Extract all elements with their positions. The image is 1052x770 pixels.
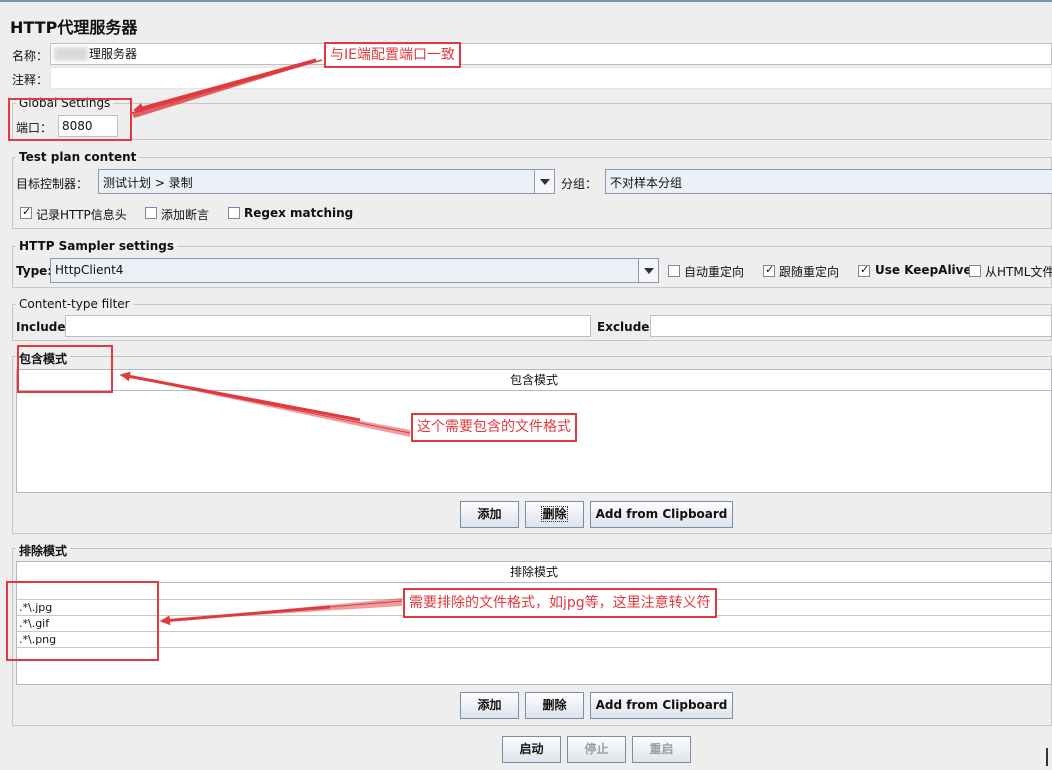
arrow-icon [119,371,411,437]
arrow-icon [131,58,323,118]
arrow-icon [159,598,403,626]
annotation-arrows [119,58,411,626]
